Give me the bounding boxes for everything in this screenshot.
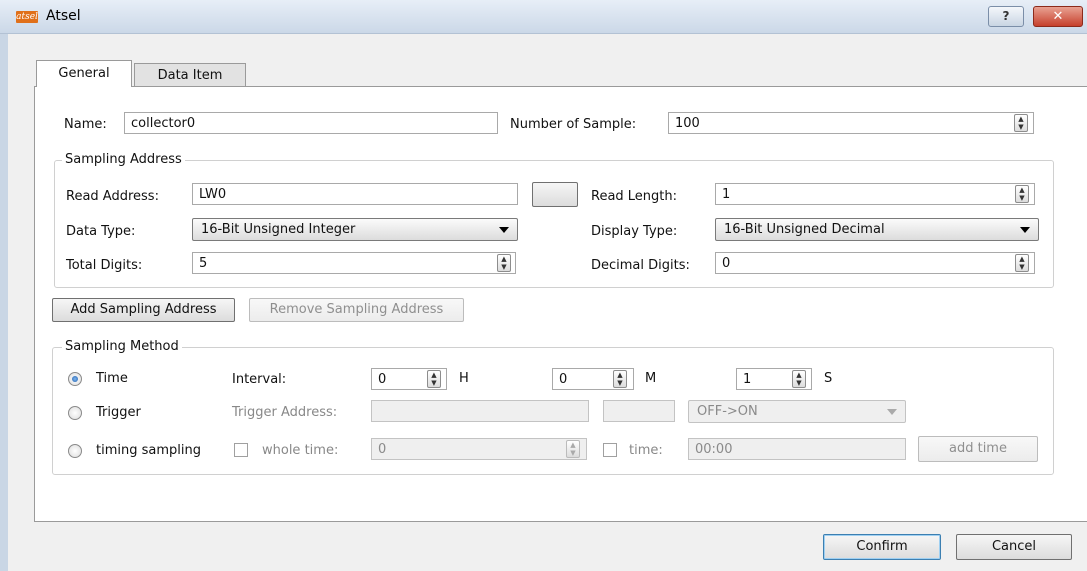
trigger-mode-value: OFF->ON — [697, 404, 758, 419]
data-type-select[interactable]: 16-Bit Unsigned Integer — [192, 218, 518, 241]
cancel-button[interactable]: Cancel — [956, 534, 1072, 560]
sampling-method-title: Sampling Method — [62, 339, 182, 354]
hours-unit-label: H — [459, 371, 469, 386]
chevron-down-icon — [887, 409, 897, 415]
trigger-address-input[interactable] — [371, 400, 589, 422]
interval-label: Interval: — [232, 372, 287, 387]
whole-time-spinner[interactable]: ▲ ▼ — [566, 440, 580, 458]
time-radio-label: Time — [96, 371, 128, 386]
trigger-mode-select[interactable]: OFF->ON — [688, 400, 906, 423]
time-input[interactable]: 00:00 — [688, 438, 906, 460]
time-radio[interactable] — [68, 372, 82, 386]
total-digits-spinner[interactable]: ▲ ▼ — [497, 254, 511, 272]
decimal-digits-spinner[interactable]: ▲ ▼ — [1015, 254, 1029, 272]
trigger-radio[interactable] — [68, 406, 82, 420]
time-checkbox[interactable] — [603, 443, 617, 457]
display-type-label: Display Type: — [591, 224, 678, 239]
read-address-input[interactable]: LW0 — [192, 183, 518, 205]
whole-time-checkbox[interactable] — [234, 443, 248, 457]
interval-minutes-spinner[interactable]: ▲ ▼ — [613, 370, 627, 388]
chevron-down-icon — [499, 227, 509, 233]
time-field-label: time: — [629, 443, 663, 458]
timing-sampling-label: timing sampling — [96, 443, 201, 458]
whole-time-input[interactable]: 0 — [371, 438, 587, 460]
interval-hours-spinner[interactable]: ▲ ▼ — [427, 370, 441, 388]
read-length-input[interactable]: 1 — [715, 183, 1035, 205]
interval-seconds-spinner[interactable]: ▲ ▼ — [792, 370, 806, 388]
tab-general[interactable]: General — [36, 60, 132, 87]
timing-sampling-radio[interactable] — [68, 444, 82, 458]
decimal-digits-label: Decimal Digits: — [591, 258, 690, 273]
name-input[interactable]: collector0 — [124, 112, 498, 134]
trigger-address-label: Trigger Address: — [232, 405, 338, 420]
window-title: Atsel — [46, 8, 81, 24]
chevron-down-icon — [1020, 227, 1030, 233]
read-length-spinner[interactable]: ▲ ▼ — [1015, 185, 1029, 203]
number-of-sample-spinner[interactable]: ▲ ▼ — [1014, 114, 1028, 132]
tab-data-item[interactable]: Data Item — [134, 63, 246, 87]
confirm-button[interactable]: Confirm — [823, 534, 941, 560]
minutes-unit-label: M — [645, 371, 657, 386]
title-bar — [0, 0, 1087, 34]
seconds-unit-label: S — [824, 371, 833, 386]
name-label: Name: — [64, 117, 107, 132]
add-sampling-address-button[interactable]: Add Sampling Address — [52, 298, 235, 322]
total-digits-input[interactable]: 5 — [192, 252, 516, 274]
decimal-digits-input[interactable]: 0 — [715, 252, 1035, 274]
read-address-label: Read Address: — [66, 189, 159, 204]
number-of-sample-label: Number of Sample: — [510, 117, 637, 132]
trigger-radio-label: Trigger — [96, 405, 141, 420]
data-type-value: 16-Bit Unsigned Integer — [201, 222, 356, 237]
total-digits-label: Total Digits: — [66, 258, 143, 273]
sampling-address-title: Sampling Address — [62, 152, 185, 167]
remove-sampling-address-button[interactable]: Remove Sampling Address — [249, 298, 464, 322]
address-picker-button[interactable] — [532, 182, 578, 207]
window-border — [0, 34, 8, 571]
read-length-label: Read Length: — [591, 189, 678, 204]
whole-time-label: whole time: — [262, 443, 339, 458]
display-type-select[interactable]: 16-Bit Unsigned Decimal — [715, 218, 1039, 241]
number-of-sample-input[interactable]: 100 — [668, 112, 1034, 134]
close-button[interactable]: ✕ — [1033, 6, 1083, 27]
add-time-button[interactable]: add time — [918, 436, 1038, 462]
app-logo-icon: atsel — [16, 11, 38, 23]
help-button[interactable]: ? — [988, 6, 1024, 27]
display-type-value: 16-Bit Unsigned Decimal — [724, 222, 885, 237]
data-type-label: Data Type: — [66, 224, 136, 239]
trigger-bit-input[interactable] — [603, 400, 675, 422]
